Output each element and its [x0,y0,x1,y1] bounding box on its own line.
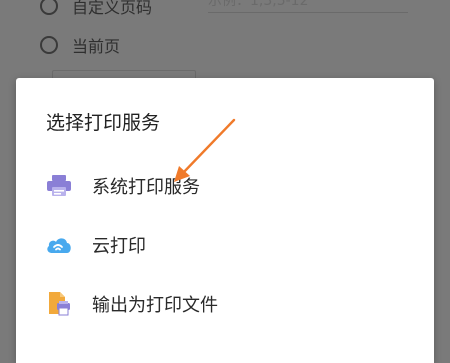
option-output-print-file[interactable]: 输出为打印文件 [16,276,434,332]
cloud-print-icon [44,230,74,260]
option-system-print-service[interactable]: 系统打印服务 [16,158,434,214]
option-label: 输出为打印文件 [92,295,218,316]
option-custom-range: 自定义页码 示例：1,3,5-12 [40,0,408,18]
printer-icon [44,171,74,201]
dialog-title: 选择打印服务 [46,112,161,134]
current-page-radio [40,36,58,54]
option-current-page: 当前页 [40,33,120,57]
print-service-dialog: 选择打印服务 系统打印服务 云打印 输出为打印文件 [16,78,434,363]
page-range-input: 示例：1,3,5-12 [208,0,408,13]
print-file-icon [44,289,74,319]
option-label: 系统打印服务 [92,177,200,198]
current-page-label: 当前页 [72,37,121,56]
custom-range-label: 自定义页码 [72,0,153,17]
option-label: 云打印 [92,236,146,257]
option-cloud-print[interactable]: 云打印 [16,217,434,273]
custom-range-radio [40,0,58,15]
